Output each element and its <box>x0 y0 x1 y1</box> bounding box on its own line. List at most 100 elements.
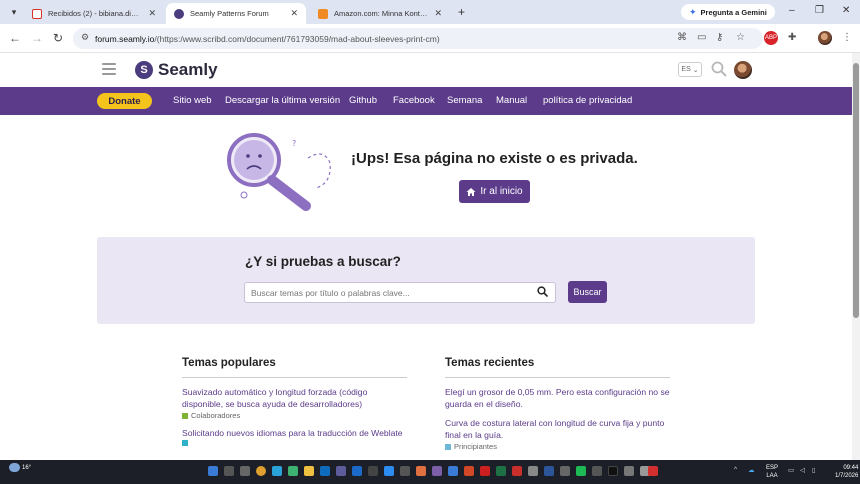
scrollbar-thumb[interactable] <box>853 63 859 318</box>
search-heading: ¿Y si pruebas a buscar? <box>245 254 401 269</box>
topic-link[interactable]: Curva de costura lateral con longitud de… <box>445 417 670 441</box>
category-badge[interactable] <box>182 440 407 446</box>
pdf-icon[interactable] <box>480 466 490 476</box>
clock-time: 09:44 <box>843 465 859 471</box>
tab-search-icon[interactable]: ▾ <box>6 4 22 20</box>
app-icon[interactable] <box>528 466 538 476</box>
app-icon[interactable] <box>624 466 634 476</box>
weather-widget[interactable]: 16° <box>9 463 31 472</box>
ask-gemini-button[interactable]: ✦ Pregunta a Gemini <box>681 4 775 20</box>
category-color-icon <box>182 412 188 419</box>
powerpoint-icon[interactable] <box>464 466 474 476</box>
hamburger-menu-icon[interactable] <box>102 63 116 78</box>
app-icon[interactable] <box>512 466 522 476</box>
spotify-icon[interactable] <box>576 466 586 476</box>
recent-topics-title: Temas recientes <box>445 357 670 378</box>
language-selector[interactable]: ES ⌄ <box>678 62 702 77</box>
gemini-label: Pregunta a Gemini <box>700 7 767 17</box>
system-clock[interactable]: 09:44 1/7/2026 <box>835 464 858 480</box>
store-icon[interactable] <box>336 466 346 476</box>
volume-icon[interactable]: ◁ <box>800 466 805 474</box>
nav-link-github[interactable]: Github <box>349 95 377 106</box>
extensions-puzzle-icon[interactable]: ✚ <box>788 32 796 43</box>
cast-icon[interactable]: ▭ <box>697 32 706 43</box>
nav-link-manual[interactable]: Manual <box>496 95 527 106</box>
bookmark-star-icon[interactable]: ☆ <box>736 32 745 43</box>
address-toolbar: ← → ↻ ⚙ forum.seamly.io/(https:/www.scri… <box>0 24 860 53</box>
search-icon[interactable] <box>537 286 549 300</box>
forward-arrow-icon[interactable]: → <box>31 31 43 45</box>
file-explorer-icon[interactable] <box>304 466 314 476</box>
nav-link-facebook[interactable]: Facebook <box>393 95 435 106</box>
close-tab-icon[interactable]: ✕ <box>290 8 298 19</box>
temperature: 16° <box>22 464 32 471</box>
outlook-icon[interactable] <box>320 466 330 476</box>
gmail-icon <box>32 8 42 19</box>
app-icon[interactable] <box>448 466 458 476</box>
minimize-window-icon[interactable]: – <box>789 5 795 16</box>
close-tab-icon[interactable]: ✕ <box>148 8 156 19</box>
browser-menu-icon[interactable]: ⋮ <box>842 32 852 43</box>
new-tab-button[interactable]: + <box>458 5 465 19</box>
app-icon[interactable] <box>384 466 394 476</box>
sad-magnifier-illustration: ? <box>220 128 338 215</box>
close-window-icon[interactable]: ✕ <box>842 5 850 16</box>
adblock-badge: ABP <box>764 35 777 41</box>
site-info-icon[interactable]: ⚙ <box>81 32 89 43</box>
header-search-icon[interactable] <box>711 61 727 80</box>
task-view-icon[interactable] <box>240 466 250 476</box>
start-icon[interactable] <box>208 466 218 476</box>
network-icon[interactable]: ▭ <box>788 466 794 474</box>
app-icon[interactable] <box>648 466 658 476</box>
profile-avatar[interactable] <box>818 31 832 45</box>
user-avatar[interactable] <box>734 61 752 79</box>
tiktok-icon[interactable] <box>608 466 618 476</box>
topic-link[interactable]: Suavizado automático y longitud forzada … <box>182 386 407 410</box>
app-icon[interactable] <box>592 466 602 476</box>
input-language[interactable]: ESP LAA <box>766 464 778 480</box>
reload-icon[interactable]: ↻ <box>53 31 63 45</box>
search-button[interactable]: Buscar <box>568 281 607 303</box>
app-icon[interactable] <box>288 466 298 476</box>
category-badge[interactable]: Colaboradores <box>182 411 407 420</box>
password-key-icon[interactable]: ⚷ <box>716 32 723 43</box>
tab-amazon[interactable]: Amazon.com: Minna Konttijärvi: Kindle ✕ <box>310 3 450 24</box>
close-tab-icon[interactable]: ✕ <box>434 8 442 19</box>
app-icon[interactable] <box>432 466 442 476</box>
battery-icon[interactable]: ▯ <box>812 466 816 474</box>
nav-link-week[interactable]: Semana <box>447 95 482 106</box>
tray-chevron-icon[interactable]: ^ <box>734 466 737 473</box>
donate-button[interactable]: Donate <box>97 93 152 109</box>
nav-link-website[interactable]: Sitio web <box>173 95 212 106</box>
category-badge[interactable]: Principiantes <box>445 442 670 451</box>
chrome-icon[interactable] <box>256 466 266 476</box>
topic-link[interactable]: Solicitando nuevos idiomas para la tradu… <box>182 427 407 439</box>
back-arrow-icon[interactable]: ← <box>9 31 21 45</box>
list-item: Curva de costura lateral con longitud de… <box>445 417 670 451</box>
app-icon[interactable] <box>544 466 554 476</box>
app-icon[interactable] <box>560 466 570 476</box>
seamly-favicon-icon <box>174 8 184 19</box>
translate-icon[interactable]: ⌘ <box>677 32 687 43</box>
app-icon[interactable] <box>368 466 378 476</box>
seamly-logo[interactable]: S Seamly <box>135 60 218 80</box>
nav-link-privacy[interactable]: política de privacidad <box>543 95 632 106</box>
search-icon[interactable] <box>224 466 234 476</box>
app-icon[interactable] <box>400 466 410 476</box>
tab-gmail[interactable]: Recibidos (2) - bibiana.diazavila@gmail.… <box>24 3 164 24</box>
tab-seamly[interactable]: Seamly Patterns Forum ✕ <box>166 3 306 24</box>
onedrive-icon[interactable]: ☁ <box>748 466 755 474</box>
excel-icon[interactable] <box>496 466 506 476</box>
topic-link[interactable]: Elegí un grosor de 0,05 mm. Pero esta co… <box>445 386 670 410</box>
word-icon[interactable] <box>352 466 362 476</box>
url-field[interactable]: ⚙ forum.seamly.io/(https:/www.scribd.com… <box>73 28 763 49</box>
go-home-button[interactable]: Ir al inicio <box>459 180 530 203</box>
nav-link-download[interactable]: Descargar la última versión <box>225 95 340 106</box>
edge-icon[interactable] <box>272 466 282 476</box>
adblock-extension-icon[interactable]: ABP <box>764 31 778 45</box>
maximize-window-icon[interactable]: ❐ <box>815 5 824 16</box>
category-label: Principiantes <box>454 442 497 451</box>
app-icon[interactable] <box>416 466 426 476</box>
page-scrollbar[interactable] <box>852 53 860 460</box>
topic-search-input[interactable] <box>244 282 556 303</box>
